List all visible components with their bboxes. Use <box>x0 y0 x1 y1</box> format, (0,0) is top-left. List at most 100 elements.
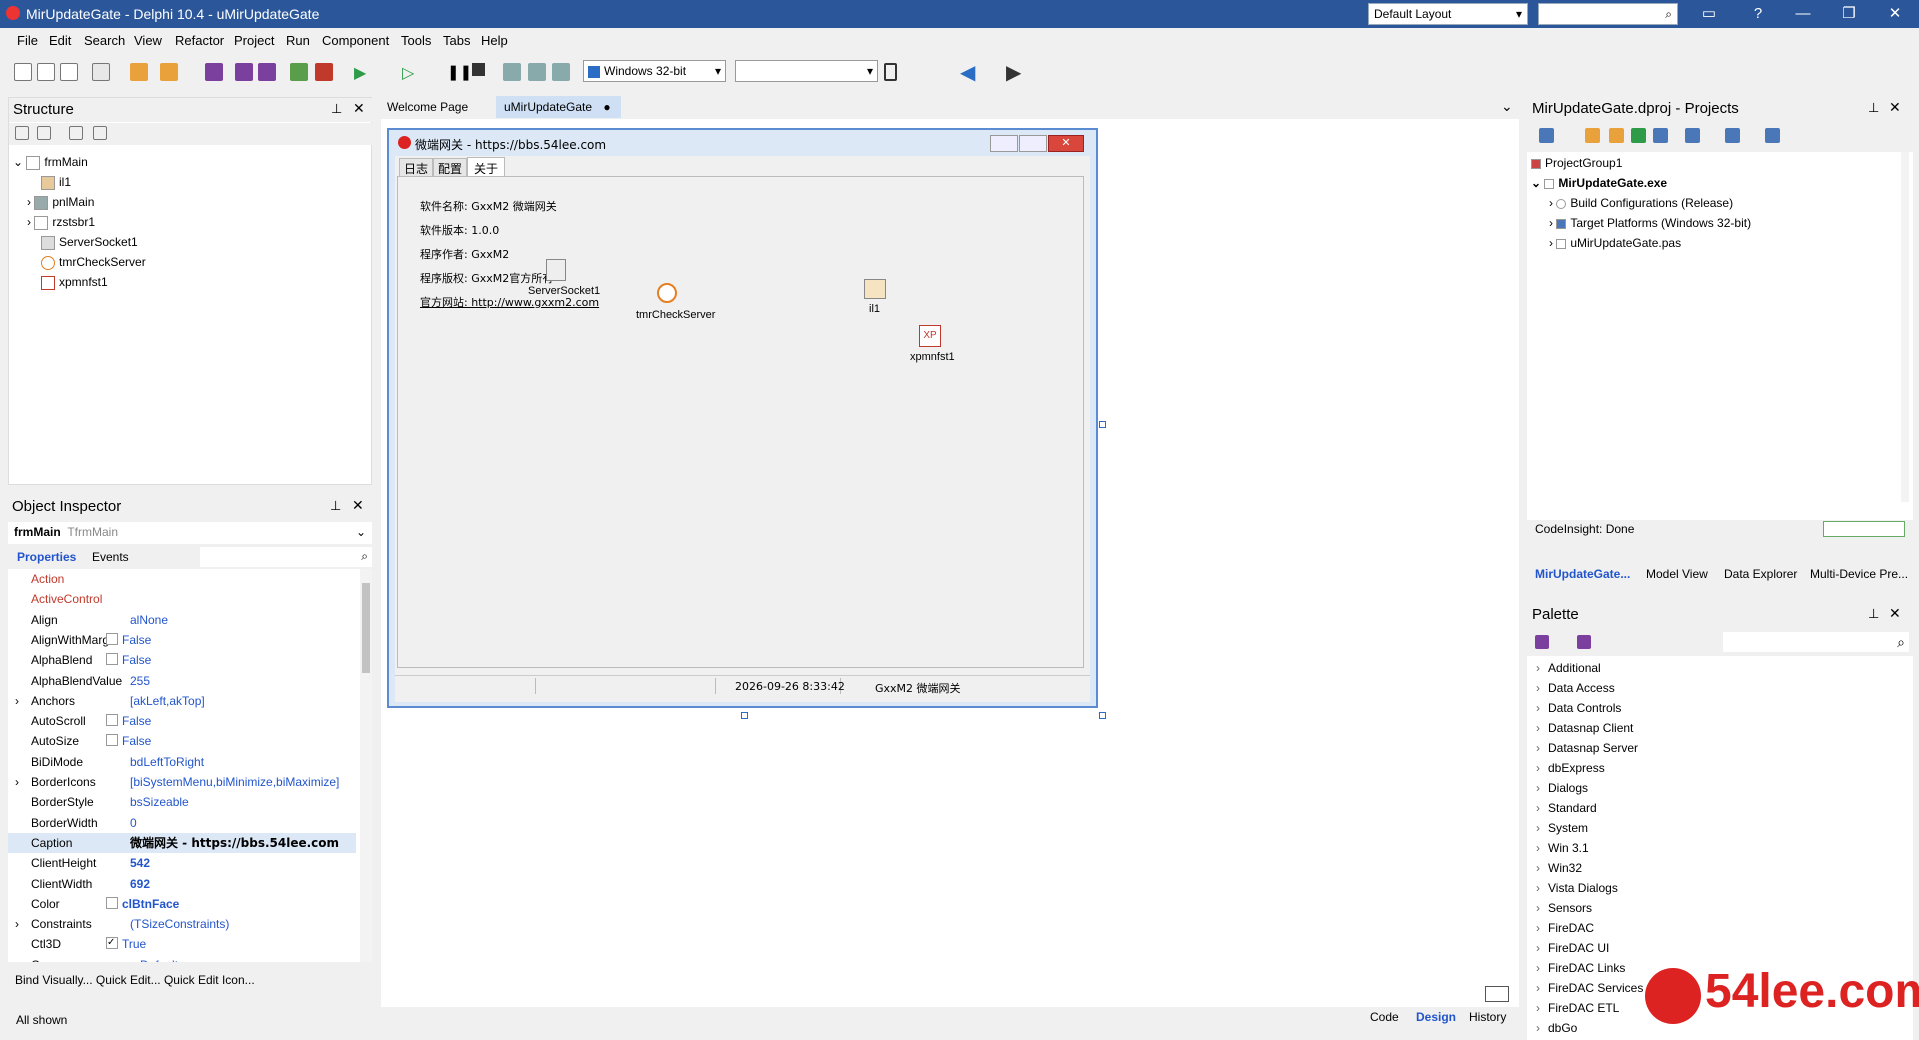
property-value[interactable]: 255 <box>130 671 150 691</box>
socket-icon[interactable] <box>546 259 566 281</box>
pin-icon[interactable]: ⊥ <box>330 498 341 514</box>
menu-search[interactable]: Search <box>84 33 125 48</box>
unit-file[interactable]: › uMirUpdateGate.pas <box>1549 234 1681 252</box>
expand-icon[interactable] <box>15 126 29 140</box>
step-over-icon[interactable] <box>503 63 521 81</box>
tree-item[interactable]: › pnlMain <box>27 193 94 211</box>
close-button[interactable]: ✕ <box>1872 0 1918 28</box>
collapse-icon[interactable] <box>37 126 51 140</box>
tree-item[interactable]: ServerSocket1 <box>41 233 138 251</box>
back-arrow-icon[interactable]: ◀ <box>960 60 975 85</box>
resize-handle[interactable] <box>741 712 748 719</box>
property-row[interactable]: Anchors › [akLeft,akTop] <box>8 691 356 711</box>
config-combo[interactable]: ▾ <box>735 60 878 82</box>
property-row[interactable]: Color clBtnFace <box>8 894 356 914</box>
property-value[interactable]: False <box>122 731 151 751</box>
tab-umirupdategate[interactable]: uMirUpdateGate ● <box>496 96 621 118</box>
pin-icon[interactable]: ⊥ <box>1868 606 1879 622</box>
form-minimize-button[interactable] <box>990 135 1018 152</box>
property-value[interactable]: 0 <box>130 813 137 833</box>
property-value[interactable]: (TSizeConstraints) <box>130 914 229 934</box>
device-icon[interactable] <box>884 63 897 81</box>
project-group[interactable]: ProjectGroup1 <box>1531 154 1622 172</box>
close-icon[interactable]: ✕ <box>353 100 365 117</box>
property-value[interactable]: [akLeft,akTop] <box>130 691 205 711</box>
property-value[interactable]: crDefault <box>130 955 178 962</box>
property-row[interactable]: AlignWithMargi False <box>8 630 356 650</box>
checkbox-icon[interactable]: ✓ <box>106 937 118 950</box>
menu-view[interactable]: View <box>134 33 162 48</box>
stop-icon[interactable] <box>472 63 485 76</box>
palette-category[interactable]: › Data Access <box>1536 681 1615 695</box>
trace-into-icon[interactable] <box>528 63 546 81</box>
platform-combo[interactable]: Windows 32-bit ▾ <box>583 60 726 82</box>
property-row[interactable]: AutoSize False <box>8 731 356 751</box>
property-row[interactable]: BorderWidth 0 <box>8 813 356 833</box>
save-all-icon[interactable] <box>258 63 276 81</box>
open-project-icon[interactable] <box>60 63 78 81</box>
tab-data-explorer[interactable]: Data Explorer <box>1724 567 1797 581</box>
palette-category[interactable]: › Win 3.1 <box>1536 841 1589 855</box>
property-value[interactable]: bdLeftToRight <box>130 752 204 772</box>
tree-item[interactable]: xpmnfst1 <box>41 273 108 291</box>
property-row[interactable]: Ctl3D ✓ True <box>8 934 356 954</box>
property-row[interactable]: Constraints › (TSizeConstraints) <box>8 914 356 934</box>
tab-events[interactable]: Events <box>92 550 129 564</box>
palette-category[interactable]: › FireDAC Links <box>1536 961 1625 975</box>
palette-category[interactable]: › FireDAC <box>1536 921 1594 935</box>
palette-category[interactable]: › Additional <box>1536 661 1601 675</box>
grid-scrollbar[interactable] <box>360 569 372 962</box>
remove-file-icon[interactable] <box>315 63 333 81</box>
resize-handle[interactable] <box>1099 421 1106 428</box>
pin-icon[interactable]: ⊥ <box>1868 100 1879 116</box>
tab-history[interactable]: History <box>1469 1010 1506 1024</box>
sync-icon[interactable] <box>1631 128 1646 143</box>
property-row[interactable]: Caption 微端网关 - https://bbs.54lee.com <box>8 832 356 853</box>
palette-category[interactable]: › Standard <box>1536 801 1597 815</box>
menu-edit[interactable]: Edit <box>49 33 71 48</box>
checkbox-icon[interactable] <box>106 714 118 727</box>
property-row[interactable]: BorderStyle bsSizeable <box>8 792 356 812</box>
palette-category[interactable]: › dbExpress <box>1536 761 1605 775</box>
menu-file[interactable]: File <box>17 33 38 48</box>
property-search-input[interactable]: ⌕ <box>200 547 372 567</box>
property-row[interactable]: ActiveControl <box>8 589 356 609</box>
inspector-links[interactable]: Bind Visually... Quick Edit... Quick Edi… <box>15 973 255 987</box>
palette-category[interactable]: › dbGo <box>1536 1021 1577 1035</box>
property-row[interactable]: Cursor crDefault <box>8 955 356 962</box>
checkbox-icon[interactable] <box>106 632 118 645</box>
property-value[interactable]: True <box>122 934 146 954</box>
palette-category[interactable]: › FireDAC ETL <box>1536 1001 1619 1015</box>
property-row[interactable]: Align alNone <box>8 610 356 630</box>
palette-categories-icon[interactable] <box>1535 635 1549 649</box>
menu-project[interactable]: Project <box>234 33 274 48</box>
add-new-icon[interactable] <box>1585 128 1600 143</box>
tab-welcome-page[interactable]: Welcome Page <box>387 100 468 114</box>
property-row[interactable]: AlphaBlendValue 255 <box>8 671 356 691</box>
palette-category[interactable]: › Win32 <box>1536 861 1582 875</box>
property-value[interactable]: False <box>122 650 151 670</box>
palette-category[interactable]: › Datasnap Server <box>1536 741 1638 755</box>
checkbox-icon[interactable] <box>106 734 118 747</box>
pin-icon[interactable]: ⊥ <box>331 101 342 117</box>
tab-code[interactable]: Code <box>1370 1010 1399 1024</box>
menu-tools[interactable]: Tools <box>401 33 431 48</box>
menu-run[interactable]: Run <box>286 33 310 48</box>
menu-component[interactable]: Component <box>322 33 389 48</box>
property-value[interactable]: 542 <box>130 853 150 873</box>
resize-handle[interactable] <box>1099 712 1106 719</box>
reopen-icon[interactable] <box>92 63 110 81</box>
add-file-icon[interactable] <box>290 63 308 81</box>
chevron-right-icon[interactable]: › <box>15 914 19 934</box>
chevron-down-icon[interactable]: ⌄ <box>1501 98 1513 115</box>
palette-category[interactable]: › FireDAC Services <box>1536 981 1643 995</box>
run-icon[interactable]: ▶ <box>354 63 366 83</box>
palette-category[interactable]: › Datasnap Client <box>1536 721 1633 735</box>
property-value[interactable]: 微端网关 - https://bbs.54lee.com <box>130 833 339 853</box>
menu-tabs[interactable]: Tabs <box>443 33 470 48</box>
run-without-debug-icon[interactable]: ▷ <box>402 63 414 83</box>
palette-category[interactable]: › Sensors <box>1536 901 1592 915</box>
palette-category[interactable]: › Vista Dialogs <box>1536 881 1618 895</box>
chevron-right-icon[interactable]: › <box>15 691 19 711</box>
menu-refactor[interactable]: Refactor <box>175 33 224 48</box>
